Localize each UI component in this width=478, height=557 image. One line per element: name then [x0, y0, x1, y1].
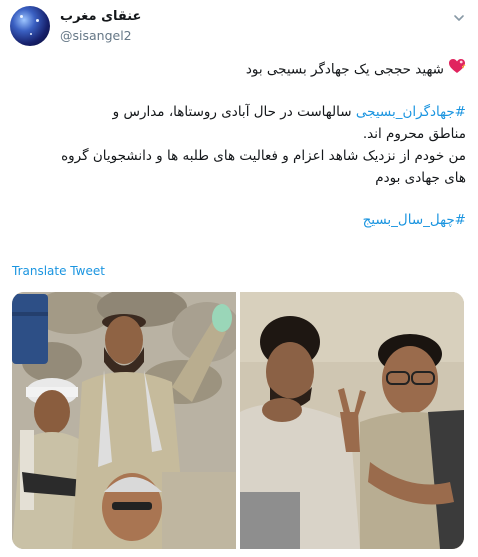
tweet-line-2-text: سالهاست در حال آبادی روستاها، مدارس و — [112, 104, 356, 120]
tweet-header: عنقای مغرب @sisangel2 — [10, 6, 470, 50]
photo-right[interactable] — [240, 292, 464, 549]
tweet-line-3-text: مناطق محروم اند. — [362, 126, 466, 142]
tweet-line-1: شهید حججی یک جهادگر بسیجی بود — [12, 58, 466, 81]
tweet-line-4: من خودم از نزدیک شاهد اعزام و فعالیت های… — [12, 145, 466, 167]
tweet-line-1-text: شهید حججی یک جهادگر بسیجی بود — [245, 61, 444, 78]
chevron-down-icon[interactable] — [452, 10, 466, 24]
photo-left-image — [12, 292, 242, 549]
tweet-line-5: های جهادی بودم — [12, 167, 466, 189]
hashtag-link[interactable]: #چهل_سال_بسیج — [363, 212, 466, 228]
hashtag-link[interactable]: #جهادگران_بسیجی — [356, 104, 466, 120]
tweet-card: عنقای مغرب @sisangel2 شهید حججی یک جهادگ… — [0, 0, 478, 557]
tweet-line-5-text: های جهادی بودم — [375, 170, 466, 186]
tweet-line-3: مناطق محروم اند. — [12, 123, 466, 145]
photo-left[interactable] — [12, 292, 242, 549]
tweet-line-2: #جهادگران_بسیجی سالهاست در حال آبادی روس… — [12, 101, 466, 123]
translate-tweet-link[interactable]: Translate Tweet — [12, 264, 105, 278]
tweet-text: شهید حججی یک جهادگر بسیجی بود #جهادگران_… — [12, 58, 466, 231]
heart-icon — [448, 58, 466, 81]
tweet-line-4-text: من خودم از نزدیک شاهد اعزام و فعالیت های… — [61, 148, 466, 164]
tweet-line-6: #چهل_سال_بسیج — [12, 209, 466, 231]
media-grid — [12, 292, 464, 549]
avatar[interactable] — [10, 6, 50, 46]
author-handle[interactable]: @sisangel2 — [60, 28, 132, 43]
author-name[interactable]: عنقای مغرب — [60, 9, 141, 24]
photo-right-image — [240, 292, 464, 549]
